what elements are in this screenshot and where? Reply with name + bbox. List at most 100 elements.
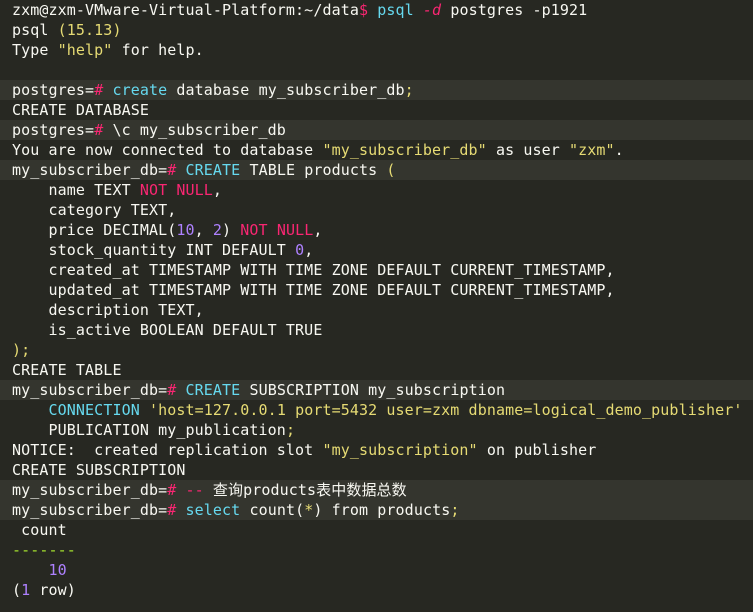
terminal-line: 10	[0, 560, 753, 580]
terminal-text: #	[167, 481, 177, 499]
terminal-text: CREATE DATABASE	[12, 101, 149, 119]
terminal-text: 2	[212, 221, 223, 239]
terminal-text: is_active BOOLEAN DEFAULT TRUE	[12, 321, 323, 339]
terminal-text: "help"	[57, 41, 113, 59]
terminal-text: 10	[48, 561, 67, 579]
terminal-text: stock_quantity INT DEFAULT	[12, 241, 296, 259]
terminal-line: my_subscriber_db=# CREATE TABLE products…	[0, 160, 753, 180]
terminal-text: TABLE products	[240, 161, 387, 179]
terminal-text: ,	[194, 221, 213, 239]
terminal-text: postgres=	[12, 81, 95, 99]
terminal-text: .	[614, 141, 624, 159]
terminal-text: my_subscriber_db=	[12, 481, 168, 499]
terminal-line: CONNECTION 'host=127.0.0.1 port=5432 use…	[0, 400, 753, 420]
terminal-line: my_subscriber_db=# -- 查询products表中数据总数	[0, 480, 753, 500]
terminal-line: Type "help" for help.	[0, 40, 753, 60]
terminal-text: 'host=127.0.0.1 port=5432 user=zxm dbnam…	[148, 401, 743, 419]
terminal-line: PUBLICATION my_publication;	[0, 420, 753, 440]
terminal-text: #	[167, 381, 177, 399]
terminal-text: category TEXT,	[12, 201, 177, 219]
terminal-text: my_subscriber_db=	[12, 381, 168, 399]
terminal-text: zxm@zxm-VMware-Virtual-Platform:~/data	[12, 1, 359, 19]
terminal-line: psql (15.13)	[0, 20, 753, 40]
terminal-text: ,	[212, 181, 223, 199]
terminal-text: as user	[486, 141, 569, 159]
terminal-text: row)	[30, 581, 76, 599]
terminal-text: for help.	[112, 41, 204, 59]
terminal-text: "my_subscription"	[322, 441, 478, 459]
terminal-text: name TEXT	[12, 181, 140, 199]
terminal-text: ;	[404, 81, 414, 99]
terminal-text: NOT NULL	[139, 181, 213, 199]
terminal-text: (15.13)	[57, 21, 122, 39]
terminal-text: -d	[422, 1, 442, 19]
terminal-line: postgres=# create database my_subscriber…	[0, 80, 753, 100]
terminal-line: CREATE TABLE	[0, 360, 753, 380]
terminal-line: zxm@zxm-VMware-Virtual-Platform:~/data$ …	[0, 0, 753, 20]
terminal-text: \c my_subscriber_db	[103, 121, 286, 139]
terminal-line: description TEXT,	[0, 300, 753, 320]
terminal-text: $	[358, 1, 369, 19]
terminal-text: description TEXT,	[12, 301, 204, 319]
terminal-text: )	[222, 221, 241, 239]
terminal-text: NOTICE: created replication slot	[12, 441, 323, 459]
terminal-text: --	[185, 481, 204, 499]
terminal-text: postgres=	[12, 121, 95, 139]
terminal-text: "my_subscriber_db"	[322, 141, 487, 159]
terminal-text: created_at TIMESTAMP WITH TIME ZONE DEFA…	[12, 261, 615, 279]
terminal-text: price DECIMAL(	[12, 221, 177, 239]
terminal-text: #	[94, 81, 104, 99]
terminal-line: (1 row)	[0, 580, 753, 600]
terminal-text: Type	[12, 41, 58, 59]
terminal-text: ;	[285, 421, 296, 439]
terminal-text: 10	[176, 221, 195, 239]
terminal-text: count	[12, 521, 67, 539]
terminal-text: 0	[295, 241, 305, 259]
terminal-text: *	[304, 501, 314, 519]
terminal-line: category TEXT,	[0, 200, 753, 220]
terminal-text: NOT NULL	[240, 221, 314, 239]
terminal-text: SUBSCRIPTION my_subscription	[240, 381, 506, 399]
terminal-line: is_active BOOLEAN DEFAULT TRUE	[0, 320, 753, 340]
terminal-line: -------	[0, 540, 753, 560]
terminal-text: ,	[304, 241, 314, 259]
terminal-text: my_subscriber_db=	[12, 161, 168, 179]
terminal-text: "zxm"	[569, 141, 615, 159]
terminal-text: create	[112, 81, 168, 99]
terminal-text: PUBLICATION my_publication	[12, 421, 286, 439]
terminal-text: 1	[21, 581, 31, 599]
terminal-text: -------	[12, 541, 76, 559]
terminal-text: -p1921	[532, 1, 588, 19]
terminal-text: You are now connected to database	[12, 141, 323, 159]
terminal-line: my_subscriber_db=# select count(*) from …	[0, 500, 753, 520]
terminal-text: ) from products	[313, 501, 451, 519]
terminal-text: CREATE TABLE	[12, 361, 122, 379]
terminal-line: created_at TIMESTAMP WITH TIME ZONE DEFA…	[0, 260, 753, 280]
terminal-text: CREATE	[185, 161, 241, 179]
terminal-text: on publisher	[477, 441, 597, 459]
terminal-text: (	[386, 161, 396, 179]
terminal-text: postgres	[441, 1, 533, 19]
terminal-text: CREATE SUBSCRIPTION	[12, 461, 186, 479]
terminal-text: ;	[450, 501, 460, 519]
terminal-line: You are now connected to database "my_su…	[0, 140, 753, 160]
terminal-text: (	[12, 581, 22, 599]
terminal-line: NOTICE: created replication slot "my_sub…	[0, 440, 753, 460]
terminal-text: my_subscriber_db=	[12, 501, 168, 519]
terminal-line: updated_at TIMESTAMP WITH TIME ZONE DEFA…	[0, 280, 753, 300]
terminal-line: price DECIMAL(10, 2) NOT NULL,	[0, 220, 753, 240]
terminal-window[interactable]: zxm@zxm-VMware-Virtual-Platform:~/data$ …	[0, 0, 753, 612]
terminal-text: #	[167, 501, 177, 519]
terminal-text: 查询products表中数据总数	[203, 481, 407, 499]
terminal-line: );	[0, 340, 753, 360]
terminal-text: #	[167, 161, 177, 179]
